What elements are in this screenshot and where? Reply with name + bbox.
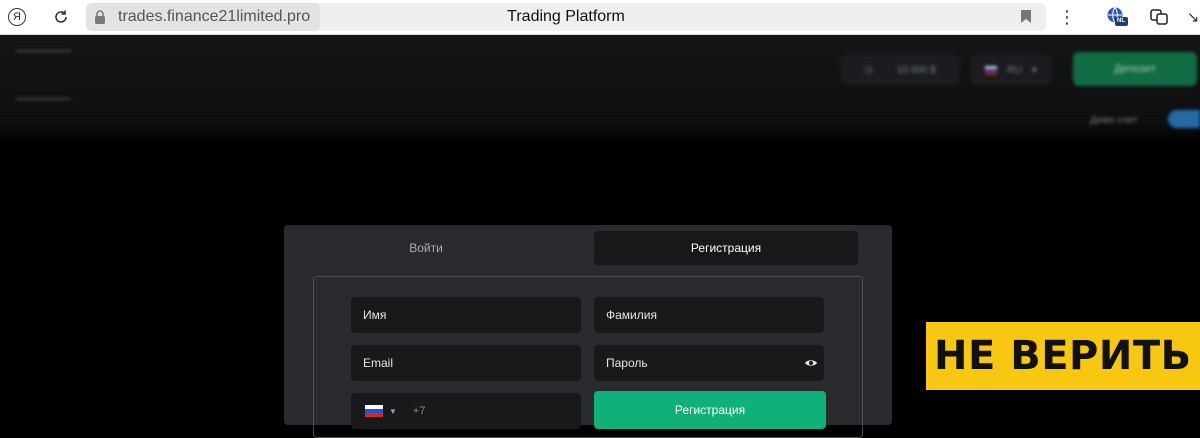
currency-code: RU [1007,64,1022,76]
yandex-glyph: Я [8,8,26,26]
vpn-extension-icon[interactable]: NL [1106,6,1128,28]
bookmark-icon[interactable] [1020,9,1032,24]
balance-display[interactable]: ◷ 10 000 $ [840,55,960,85]
reload-icon[interactable] [50,6,72,28]
menu-dots-icon[interactable]: ⋮ [1056,6,1078,28]
password-field[interactable] [594,345,824,381]
warning-badge: НЕ ВЕРИТЬ [926,322,1200,390]
account-mode-toggle[interactable] [1168,110,1200,128]
account-mode-label: Демо счет [1090,115,1138,126]
first-name-field[interactable] [351,297,581,333]
yandex-logo-icon[interactable]: Я [6,6,28,28]
clock-icon: ◷ [864,64,873,76]
page-title: Trading Platform [507,8,625,25]
eye-icon[interactable] [804,356,818,370]
last-name-input[interactable] [604,307,814,323]
translate-extension-icon[interactable] [1148,6,1170,28]
register-submit-button[interactable]: Регистрация [594,391,826,429]
last-name-field[interactable] [594,297,824,333]
tab-login[interactable]: Войти [294,231,558,265]
auth-modal: Войти Регистрация ▼ +7 Регистрация [284,225,892,438]
phone-field[interactable]: ▼ +7 [351,393,581,429]
auth-tabs: Войти Регистрация [294,231,858,265]
site-logo [6,47,76,107]
email-input[interactable] [361,355,571,371]
chevron-down-icon[interactable]: ▼ [389,407,397,416]
registration-form: ▼ +7 Регистрация [313,276,863,438]
first-name-input[interactable] [361,307,571,323]
deposit-button[interactable]: Депозит [1073,52,1197,86]
ru-flag-icon[interactable] [365,405,383,417]
chevron-down-icon: ▾ [1031,64,1037,76]
site-header: ◷ 10 000 $ RU ▾ Депозит Демо счет [0,35,1200,145]
tab-register[interactable]: Регистрация [594,231,858,265]
phone-country-code: +7 [412,405,426,417]
download-icon[interactable]: ↘ [1182,6,1200,28]
balance-text: 10 000 $ [896,64,936,76]
extension-badge: NL [1117,18,1125,24]
ru-flag-icon [985,65,998,75]
password-input[interactable] [604,355,814,371]
address-bar[interactable]: trades.finance21limited.pro Trading Plat… [86,3,1046,31]
email-field[interactable] [351,345,581,381]
currency-select[interactable]: RU ▾ [970,55,1052,85]
browser-toolbar: Я trades.finance21limited.pro Trading Pl… [0,0,1200,35]
